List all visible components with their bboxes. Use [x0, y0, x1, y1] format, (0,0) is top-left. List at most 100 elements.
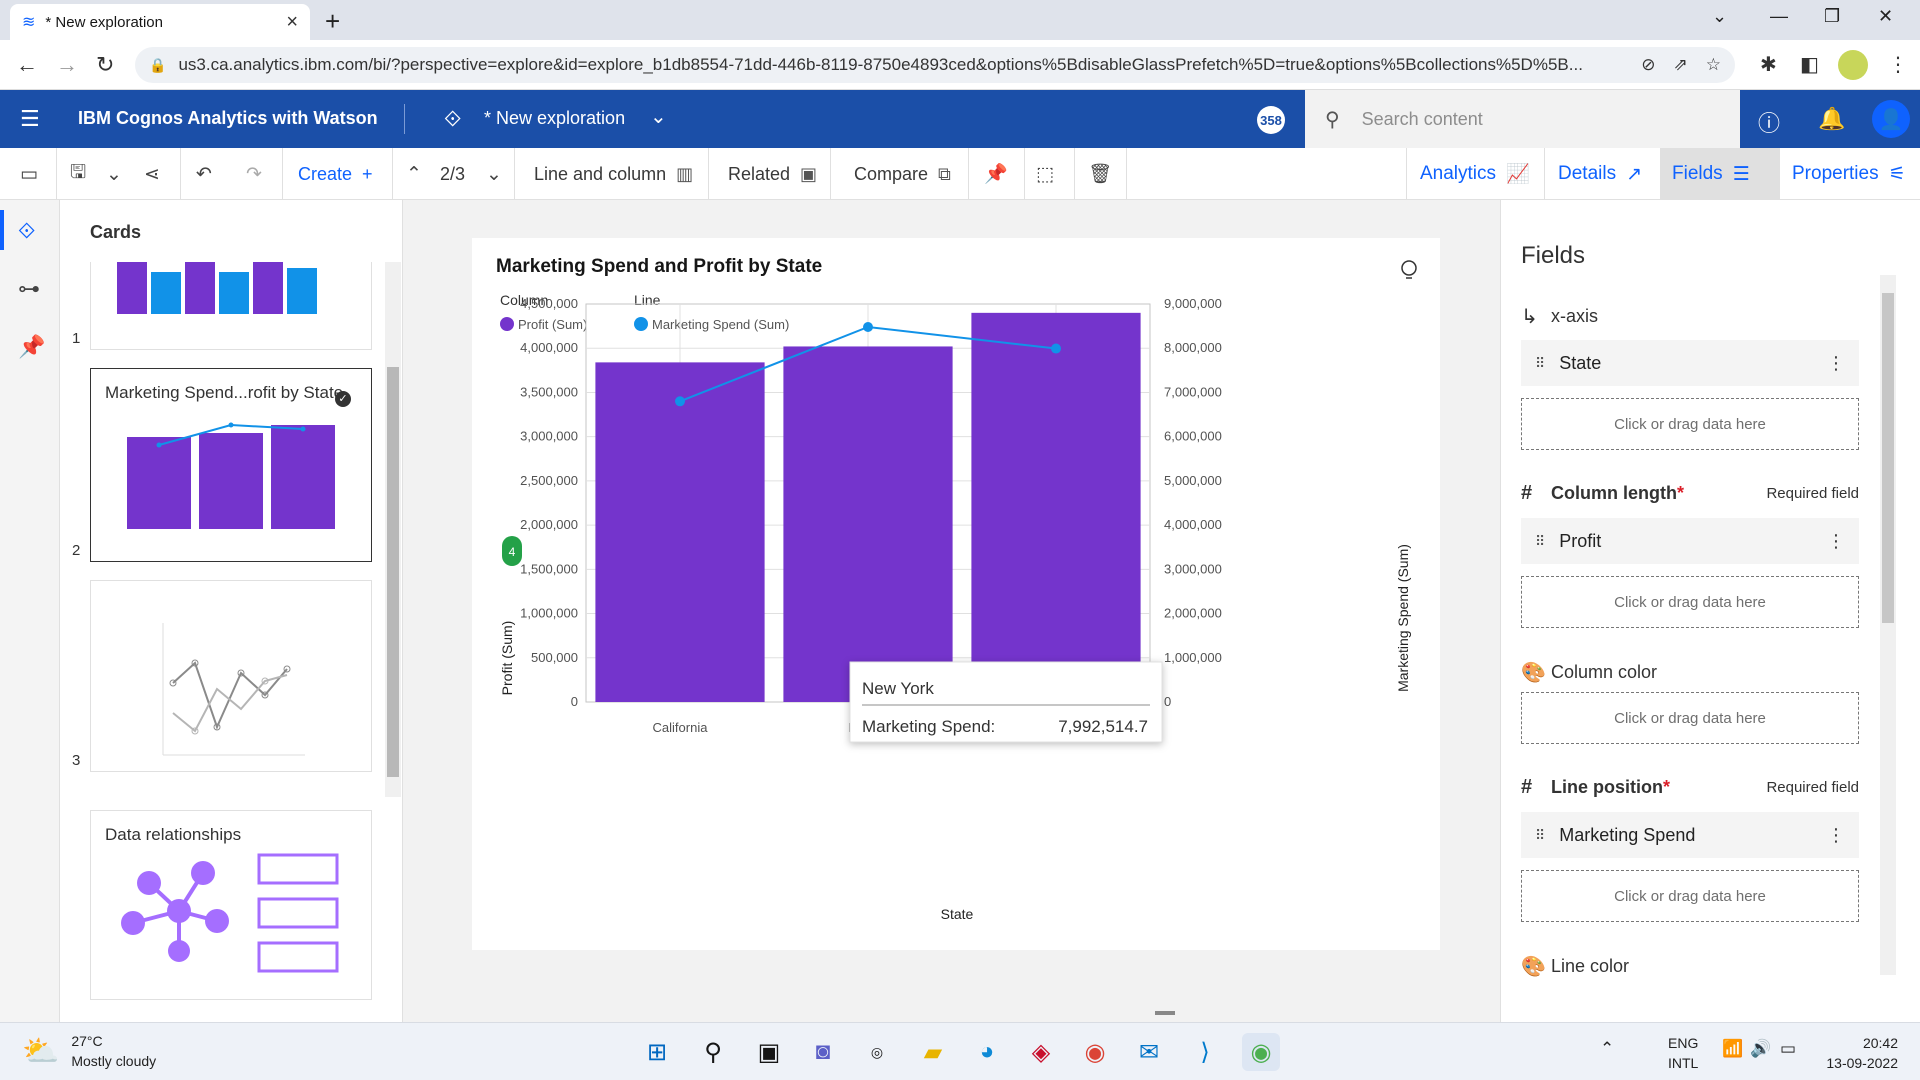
compare-button[interactable]: Compare ⧉	[854, 148, 951, 200]
back-icon[interactable]: ←	[16, 52, 38, 78]
eye-off-icon[interactable]: ⊘	[1641, 55, 1655, 75]
line-position-field-pill[interactable]: ⠿ Marketing Spend ⋮	[1521, 812, 1859, 858]
drag-handle-icon[interactable]: ⠿	[1535, 827, 1545, 844]
cards-scrollbar-thumb[interactable]	[387, 367, 399, 777]
search-bar[interactable]: ⚲ Search content	[1305, 90, 1740, 148]
mail-icon[interactable]: ✉	[1130, 1033, 1168, 1071]
fields-scrollbar[interactable]	[1880, 275, 1896, 975]
line-and-column-chart[interactable]: Marketing Spend and Profit by State Colu…	[472, 238, 1440, 950]
extensions-icon[interactable]: ✱	[1760, 52, 1777, 77]
legend-profit-label[interactable]: Profit (Sum)	[518, 317, 587, 332]
reload-icon[interactable]: ↻	[96, 52, 114, 78]
weather-widget[interactable]: ⛅ 27°C Mostly cloudy	[22, 1031, 156, 1071]
tab-analytics[interactable]: Analytics 📈	[1408, 148, 1542, 200]
delete-trash-icon[interactable]: 🗑	[1088, 148, 1112, 200]
share-icon[interactable]: ⇗	[1674, 55, 1688, 75]
teams-chat-icon[interactable]: ◙	[804, 1033, 842, 1071]
comment-icon[interactable]: ▭	[20, 148, 38, 200]
mcafee-icon[interactable]: ◈	[1022, 1033, 1060, 1071]
column-color-drop-zone[interactable]: Click or drag data here	[1521, 692, 1859, 744]
dell-icon[interactable]: ◎	[858, 1033, 896, 1071]
notifications-bell-icon[interactable]: 🔔	[1818, 106, 1845, 132]
card-thumbnail-1[interactable]	[90, 262, 372, 350]
url-field[interactable]: 🔒 us3.ca.analytics.ibm.com/bi/?perspecti…	[135, 47, 1735, 83]
field-overflow-menu-icon[interactable]: ⋮	[1827, 531, 1845, 552]
related-button[interactable]: Related ▣	[728, 148, 817, 200]
data-tree-icon[interactable]: ⊶	[18, 276, 40, 302]
x-axis-field-name: State	[1559, 352, 1602, 373]
share-icon[interactable]: ⋖	[144, 148, 160, 200]
exploration-title[interactable]: * New exploration	[484, 108, 625, 129]
show-hidden-icons-chevron-icon[interactable]: ⌃	[1600, 1039, 1614, 1059]
card-thumbnail-data-relationships[interactable]: Data relationships	[90, 810, 372, 1000]
chevron-down-icon[interactable]: ⌄	[650, 104, 667, 129]
browser-menu-icon[interactable]: ⋮	[1888, 52, 1908, 77]
close-tab-icon[interactable]: ×	[286, 11, 298, 34]
chrome-profile-active-icon[interactable]: ◉	[1242, 1033, 1280, 1071]
wifi-icon[interactable]: 📶	[1722, 1039, 1743, 1059]
chart-card[interactable]: Marketing Spend and Profit by State Colu…	[472, 238, 1440, 950]
notification-count-badge[interactable]: 358	[1257, 106, 1285, 134]
windows-start-icon[interactable]: ⊞	[638, 1033, 676, 1071]
minimize-icon[interactable]: —	[1770, 6, 1788, 27]
insight-lightbulb-icon[interactable]	[1401, 260, 1417, 279]
language-indicator[interactable]: ENG INTL	[1668, 1033, 1698, 1073]
save-menu-chevron-icon[interactable]: ⌄	[106, 148, 122, 200]
maximize-icon[interactable]: ❐	[1824, 6, 1840, 27]
cards-nav-icon[interactable]: ⟐	[18, 218, 35, 244]
edge-browser-icon[interactable]: ◕	[968, 1033, 1006, 1071]
previous-card-chevron-icon[interactable]: ⌃	[406, 148, 422, 200]
focus-select-icon[interactable]: ⬚	[1036, 148, 1054, 200]
card-thumbnail-2[interactable]: Marketing Spend...rofit by State ✓	[90, 368, 372, 562]
chrome-icon[interactable]: ◉	[1076, 1033, 1114, 1071]
forward-icon[interactable]: →	[56, 52, 78, 78]
close-window-icon[interactable]: ✕	[1878, 6, 1893, 27]
file-explorer-icon[interactable]: ▰	[914, 1033, 952, 1071]
vscode-icon[interactable]: ⟩	[1186, 1033, 1224, 1071]
tab-properties[interactable]: Properties ⚟	[1780, 148, 1918, 200]
search-input[interactable]: Search content	[1362, 109, 1483, 130]
x-axis-drop-zone[interactable]: Click or drag data here	[1521, 398, 1859, 450]
visualization-type-button[interactable]: Line and column ▥	[534, 148, 693, 200]
next-card-chevron-icon[interactable]: ⌄	[486, 148, 502, 200]
profile-avatar[interactable]	[1838, 50, 1868, 80]
sidebar-icon[interactable]: ◧	[1800, 52, 1819, 77]
fields-scrollbar-thumb[interactable]	[1882, 293, 1894, 623]
tab-fields[interactable]: Fields ☰	[1660, 148, 1780, 200]
tab-details[interactable]: Details ↗	[1546, 148, 1654, 200]
user-account-icon[interactable]: 👤	[1872, 100, 1910, 138]
create-button[interactable]: Create +	[298, 148, 373, 200]
panel-resize-handle[interactable]	[1155, 1011, 1175, 1015]
insight-badge[interactable]: 4	[502, 536, 522, 566]
column-length-field-pill[interactable]: ⠿ Profit ⋮	[1521, 518, 1859, 564]
undo-icon[interactable]: ↶	[196, 148, 212, 200]
search-icon[interactable]: ⚲	[694, 1033, 732, 1071]
drag-handle-icon[interactable]: ⠿	[1535, 533, 1545, 550]
cards-panel-title: Cards	[90, 222, 142, 242]
task-view-icon[interactable]: ▣	[750, 1033, 788, 1071]
field-overflow-menu-icon[interactable]: ⋮	[1827, 825, 1845, 846]
redo-icon[interactable]: ↷	[246, 148, 262, 200]
save-icon[interactable]: 🖫	[70, 148, 86, 200]
line-position-drop-zone[interactable]: Click or drag data here	[1521, 870, 1859, 922]
browser-tab[interactable]: ≋ * New exploration ×	[10, 4, 310, 40]
column-length-drop-zone[interactable]: Click or drag data here	[1521, 576, 1859, 628]
tab-search-icon[interactable]: ⌄	[1712, 6, 1727, 27]
clock-date: 13-09-2022	[1826, 1055, 1898, 1071]
hamburger-menu-icon[interactable]: ☰	[20, 106, 40, 132]
cards-scrollbar[interactable]	[385, 262, 401, 797]
system-clock[interactable]: 20:42 13-09-2022	[1818, 1033, 1898, 1073]
field-overflow-menu-icon[interactable]: ⋮	[1827, 353, 1845, 374]
volume-icon[interactable]: 🔊	[1750, 1039, 1771, 1059]
battery-icon[interactable]: ▭	[1780, 1039, 1796, 1059]
drag-handle-icon[interactable]: ⠿	[1535, 355, 1545, 372]
bookmark-star-icon[interactable]: ☆	[1706, 55, 1721, 75]
pin-icon[interactable]: 📌	[984, 148, 1008, 200]
help-icon[interactable]: ⓘ	[1758, 106, 1780, 138]
new-tab-button[interactable]: +	[325, 6, 340, 37]
card-thumbnail-3[interactable]	[90, 580, 372, 772]
pins-icon[interactable]: 📌	[18, 334, 45, 360]
x-axis-field-pill[interactable]: ⠿ State ⋮	[1521, 340, 1859, 386]
legend-marketing-spend-label[interactable]: Marketing Spend (Sum)	[652, 317, 789, 332]
y-right-tick-label: 4,000,000	[1164, 517, 1222, 532]
